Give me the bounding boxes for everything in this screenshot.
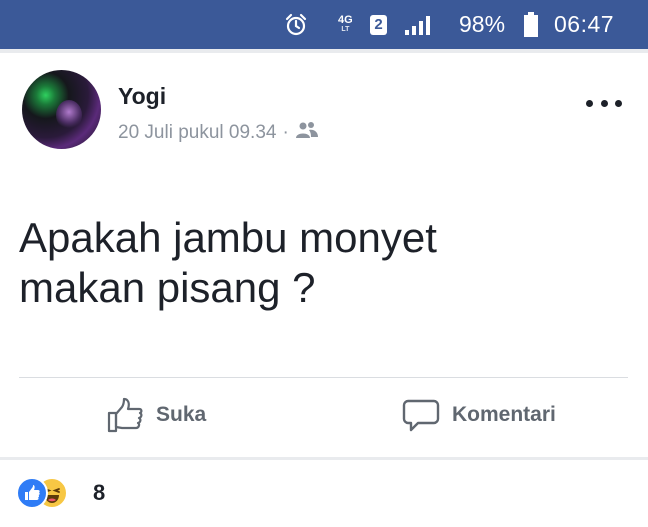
network-indicator: 4G LT: [338, 0, 353, 49]
comment-icon: [402, 399, 440, 432]
post-text-line: makan pisang ?: [19, 264, 316, 311]
friends-icon: [295, 121, 319, 145]
meta-separator: ·: [282, 122, 289, 143]
thumbs-up-icon: [107, 397, 143, 433]
reactions-bar[interactable]: 8: [0, 460, 648, 527]
more-options-icon[interactable]: [586, 97, 622, 109]
post-text: Apakah jambu monyet makan pisang ?: [19, 213, 619, 313]
alarm-icon: [284, 0, 308, 49]
author-name[interactable]: Yogi: [118, 83, 166, 110]
comment-label: Komentari: [452, 403, 556, 426]
post-date[interactable]: 20 Juli pukul 09.34: [118, 122, 276, 144]
network-subtype: LT: [341, 25, 350, 33]
clock: 06:47: [554, 11, 615, 37]
comment-button[interactable]: Komentari: [402, 393, 556, 437]
like-button[interactable]: Suka: [106, 393, 206, 437]
divider: [19, 377, 628, 378]
reaction-icons: [16, 477, 86, 509]
post-card: Yogi 20 Juli pukul 09.34 · Apakah jambu …: [0, 53, 648, 457]
battery-icon: [523, 0, 539, 49]
avatar[interactable]: [22, 70, 101, 149]
battery-percent: 98%: [459, 11, 506, 37]
sim-indicator: 2: [370, 0, 387, 49]
signal-icon: [403, 0, 433, 49]
sim-slot: 2: [370, 14, 387, 35]
post-meta: 20 Juli pukul 09.34 ·: [118, 121, 319, 145]
network-type: 4G: [338, 13, 353, 26]
like-reaction-icon: [16, 477, 48, 509]
reaction-count[interactable]: 8: [93, 480, 105, 506]
post-text-line: Apakah jambu monyet: [19, 214, 437, 261]
like-label: Suka: [156, 403, 207, 426]
status-bar: 4G LT 2 98% 06:47: [0, 0, 648, 49]
